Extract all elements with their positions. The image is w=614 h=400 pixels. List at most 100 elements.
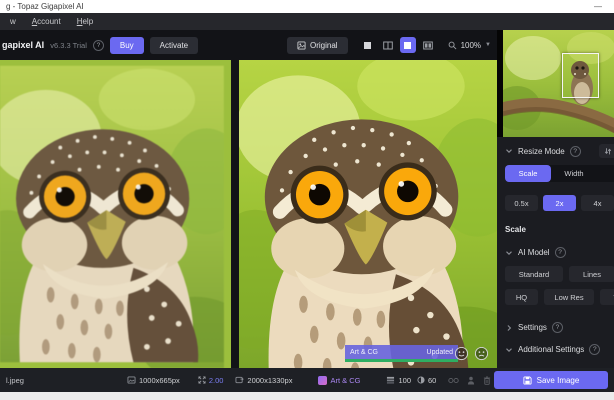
original-label: Original	[310, 40, 338, 50]
zoom-control[interactable]: 100% ▼	[448, 41, 491, 50]
view-side-by-side-icon	[404, 41, 412, 49]
scale-factor-value: 2.00	[208, 375, 224, 385]
gigapixel-window: g - Topaz Gigapixel AI — w Account Help …	[0, 0, 614, 400]
trial-help-badge[interactable]: ?	[92, 39, 104, 51]
blur-half-circle-icon	[417, 376, 425, 384]
buy-button[interactable]: Buy	[109, 36, 144, 54]
original-toggle-button[interactable]: Original	[287, 36, 348, 54]
progress-bar	[345, 359, 458, 362]
ai-model-row-1: Standard Lines A	[505, 266, 614, 282]
model-lines[interactable]: Lines	[569, 266, 614, 282]
tab-width[interactable]: Width	[551, 165, 597, 182]
menu-account[interactable]: Account	[32, 17, 61, 26]
save-floppy-icon	[523, 375, 532, 385]
after-owl-image	[239, 60, 497, 368]
output-size-group: 2000x1330px	[235, 376, 292, 385]
ai-model-title: AI Model	[518, 248, 550, 257]
statusbar: l.jpeg 1000x665px 2.00 2000x1330px Art &…	[0, 368, 614, 392]
suppress-noise-value: 100	[398, 375, 411, 385]
window-title: g - Topaz Gigapixel AI	[6, 2, 84, 11]
save-image-button[interactable]: Save Image	[494, 371, 608, 389]
additional-settings-header[interactable]: Additional Settings ?	[505, 344, 614, 355]
viewport-rectangle[interactable]	[562, 53, 599, 98]
resize-mode-title: Resize Mode	[518, 146, 565, 156]
view-comparison-icon	[422, 41, 433, 49]
toolbar: gapixel AI v6.3.3 Trial ? Buy Activate O…	[0, 30, 497, 60]
save-image-label: Save Image	[536, 375, 580, 385]
model-low-res[interactable]: Low Res	[544, 289, 594, 305]
chevron-right-icon	[507, 324, 512, 331]
navigation-thumbnail[interactable]	[497, 30, 614, 137]
titlebar: g - Topaz Gigapixel AI —	[0, 0, 614, 13]
person-icon[interactable]	[467, 376, 475, 385]
active-model-group: Art & CG	[318, 375, 361, 385]
remove-blur-group: 60	[417, 376, 436, 385]
zoom-chevron-down-icon: ▼	[485, 42, 491, 48]
after-image-panel[interactable]: Art & CG Updated	[239, 60, 497, 368]
remove-blur-value: 60	[428, 375, 437, 385]
ai-model-row-2: HQ Low Res Very Com	[505, 289, 614, 305]
menu-view-partial[interactable]: w	[10, 17, 16, 26]
additional-settings-help-badge[interactable]: ?	[589, 344, 601, 355]
model-standard[interactable]: Standard	[505, 266, 563, 282]
tab-height[interactable]: H	[597, 165, 614, 182]
scale-factor-group: 2.00	[198, 375, 224, 385]
output-size-value: 2000x1330px	[247, 375, 293, 385]
scale-option-2x[interactable]: 2x	[543, 195, 576, 211]
scale-caption: Scale	[505, 225, 526, 234]
active-model-name: Art & CG	[330, 375, 361, 385]
overlay-status-text: Updated	[426, 348, 453, 356]
scale-option-05x[interactable]: 0.5x	[505, 195, 538, 211]
ai-model-header[interactable]: AI Model ?	[505, 247, 614, 258]
model-gradient-icon	[318, 375, 328, 385]
view-single-icon	[364, 41, 372, 49]
settings-header[interactable]: Settings ?	[505, 322, 614, 333]
swap-icon	[604, 147, 612, 154]
resize-mode-help-badge[interactable]: ?	[569, 145, 581, 157]
faces-detected-icon	[448, 377, 460, 383]
app-logo-text: gapixel AI	[2, 40, 45, 50]
trash-icon[interactable]	[483, 376, 491, 385]
magnifier-icon	[448, 41, 456, 49]
app-version: v6.3.3 Trial	[50, 40, 87, 50]
input-size-value: 1000x665px	[138, 375, 180, 385]
input-image-icon	[127, 376, 136, 384]
model-hq[interactable]: HQ	[505, 289, 538, 305]
feedback-happy-face-icon[interactable]	[454, 346, 469, 361]
filename: l.jpeg	[6, 375, 24, 385]
resize-mode-header[interactable]: Resize Mode ?	[505, 144, 614, 158]
additional-settings-title: Additional Settings	[518, 345, 585, 354]
expand-arrows-icon	[198, 376, 206, 384]
chevron-down-icon	[506, 347, 512, 352]
view-split-button[interactable]	[380, 37, 396, 53]
processing-status-overlay: Art & CG Updated	[345, 345, 458, 362]
zoom-value: 100%	[460, 40, 482, 50]
activate-button[interactable]: Activate	[149, 36, 199, 54]
view-single-button[interactable]	[360, 37, 376, 53]
swap-units-button[interactable]	[599, 144, 614, 158]
view-mode-group	[360, 37, 436, 53]
before-image-panel[interactable]	[0, 60, 231, 368]
resize-mode-tabs: Scale Width H	[505, 165, 614, 182]
before-owl-image	[0, 60, 231, 368]
compare-view: Art & CG Updated	[0, 60, 497, 368]
chevron-down-icon	[506, 250, 512, 255]
settings-sidebar: Resize Mode ? Scale Width H 0.5x 2x 4x 6…	[497, 30, 614, 368]
feedback-sad-face-icon[interactable]	[474, 346, 489, 361]
overlay-model-name: Art & CG	[350, 348, 379, 356]
scale-options: 0.5x 2x 4x 6x	[505, 195, 614, 211]
chevron-down-icon	[506, 149, 512, 153]
settings-title: Settings	[518, 323, 547, 332]
tab-scale[interactable]: Scale	[505, 165, 551, 182]
noise-layers-icon	[387, 376, 395, 384]
suppress-noise-group: 100	[386, 376, 411, 385]
view-comparison-button[interactable]	[420, 37, 436, 53]
scale-option-4x[interactable]: 4x	[581, 195, 614, 211]
model-very-compressed[interactable]: Very Com	[600, 289, 614, 305]
ai-model-help-badge[interactable]: ?	[554, 247, 566, 258]
view-split-icon	[382, 41, 393, 49]
minimize-icon[interactable]: —	[588, 2, 608, 11]
view-side-by-side-button[interactable]	[399, 37, 416, 53]
settings-help-badge[interactable]: ?	[551, 322, 563, 333]
menu-help[interactable]: Help	[77, 17, 93, 26]
